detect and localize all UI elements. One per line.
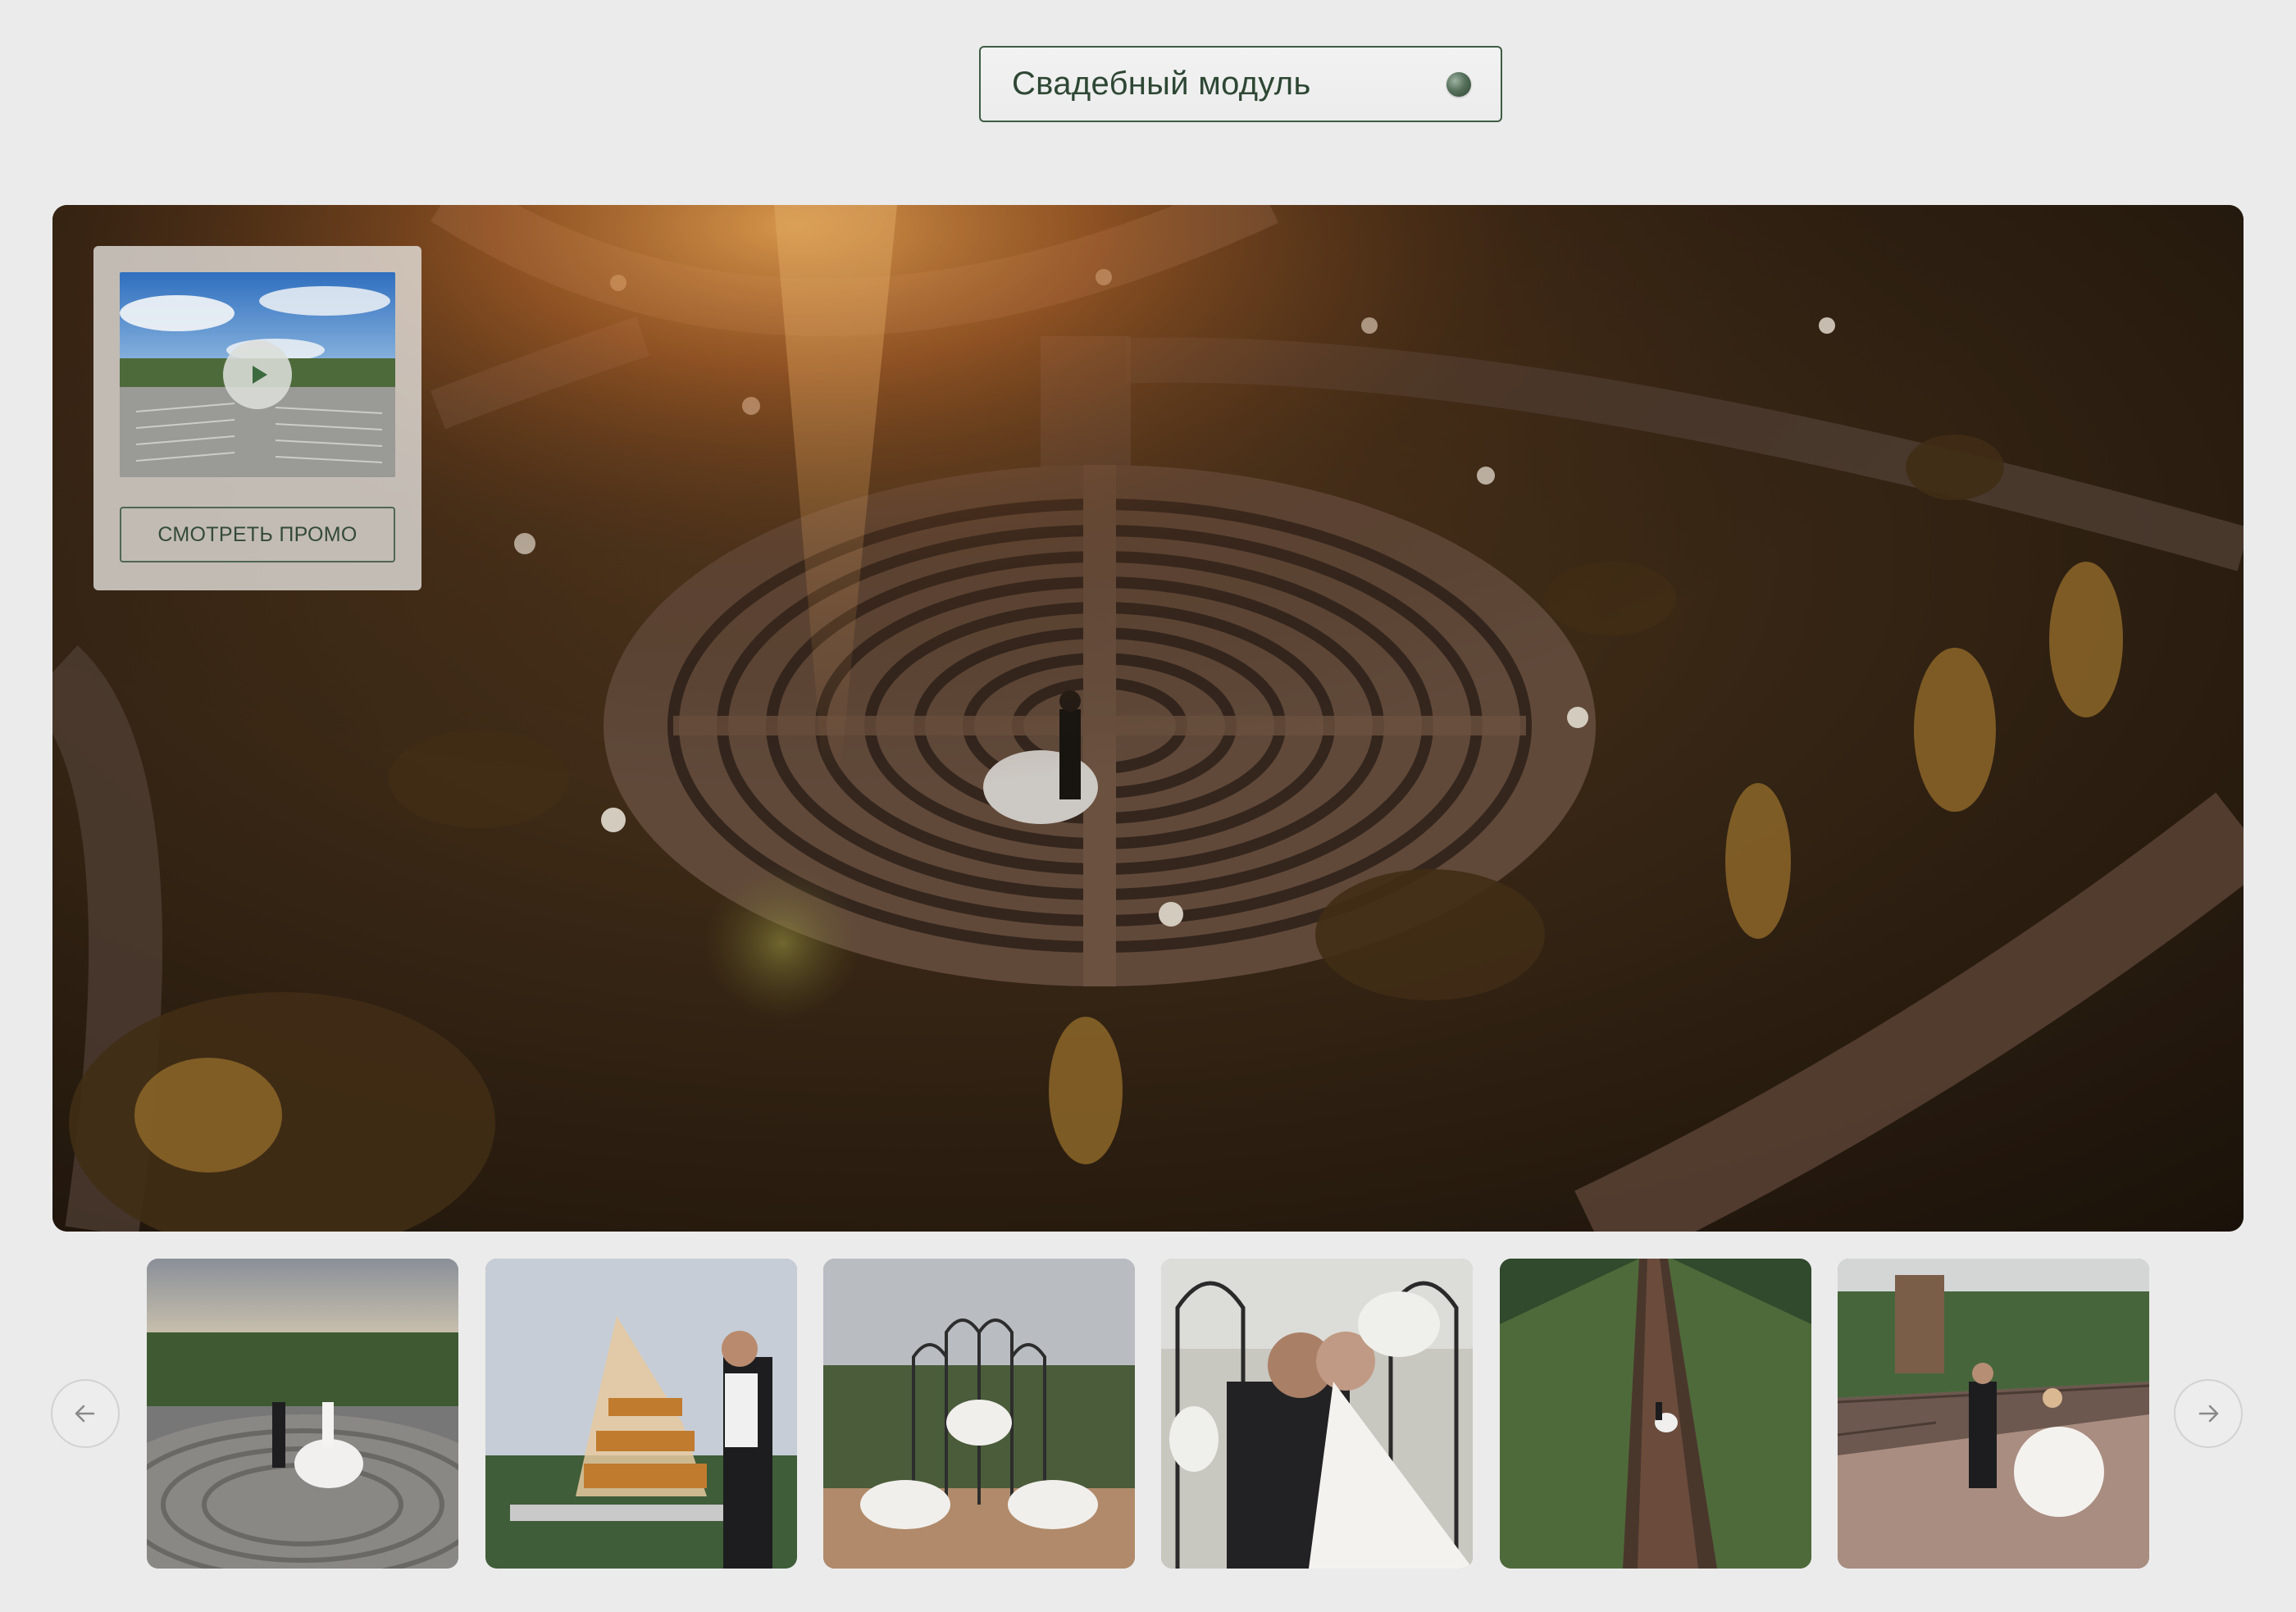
arrow-right-icon [2198, 1405, 2219, 1423]
hero-image: СМОТРЕТЬ ПРОМО [52, 205, 2244, 1232]
couple-on-labyrinth-photo [147, 1259, 458, 1569]
gallery-thumbnail[interactable] [823, 1259, 1135, 1569]
gallery-thumbnail[interactable] [147, 1259, 458, 1569]
module-selector[interactable]: Свадебный модуль [979, 46, 1502, 122]
couple-walking-bridge-photo [1838, 1259, 2149, 1569]
gallery-thumbnail[interactable] [1500, 1259, 1811, 1569]
status-dot-icon [1446, 71, 1471, 97]
arrow-left-icon [75, 1405, 95, 1423]
play-icon [252, 366, 267, 384]
gallery-thumbnail[interactable] [485, 1259, 797, 1569]
couple-embrace-photo [1161, 1259, 1473, 1569]
gallery-thumbnail[interactable] [1161, 1259, 1473, 1569]
promo-video-thumbnail[interactable] [120, 272, 395, 477]
gallery-next-button[interactable] [2174, 1379, 2243, 1448]
gallery-prev-button[interactable] [51, 1379, 120, 1448]
watch-promo-button[interactable]: СМОТРЕТЬ ПРОМО [120, 507, 395, 562]
promo-card: СМОТРЕТЬ ПРОМО [93, 246, 421, 590]
arch-floral-decor-photo [823, 1259, 1135, 1569]
play-button[interactable] [223, 340, 292, 409]
page: Свадебный модуль СМОТРЕТЬ ПРОМО [0, 0, 2296, 1612]
gallery-thumbnail[interactable] [1838, 1259, 2149, 1569]
couple-on-boardwalk-aerial-photo [1500, 1259, 1811, 1569]
module-selector-label: Свадебный модуль [1012, 66, 1311, 102]
champagne-tower-photo [485, 1259, 797, 1569]
